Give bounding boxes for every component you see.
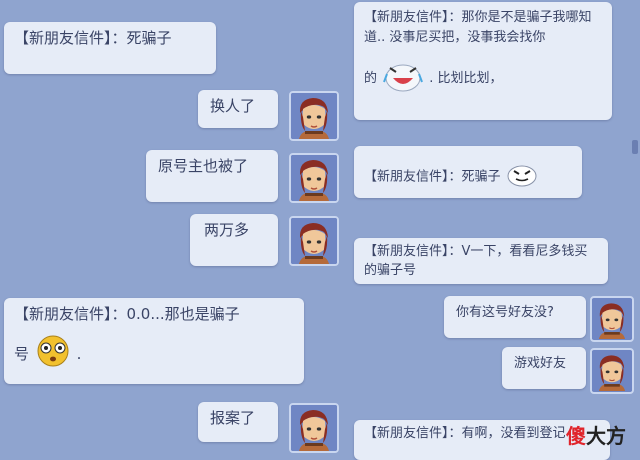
- message-bubble-self: 换人了: [198, 90, 278, 128]
- message-text: 原号主也被了: [158, 157, 249, 175]
- message-text: 【新朋友信件】：有啊，没看到登记: [364, 426, 566, 441]
- message-bubble-left: 【新朋友信件】：0.0...那也是骗子 号 .: [4, 298, 304, 384]
- player-avatar[interactable]: [590, 296, 634, 342]
- watermark-logo: 傻大方: [566, 420, 626, 449]
- message-text: 【新朋友信件】：V一下，看看尼多钱买的骗子号: [364, 244, 588, 278]
- message-bubble-self: 你有这号好友没?: [444, 296, 586, 338]
- player-avatar[interactable]: [289, 91, 339, 141]
- message-text: 报案了: [210, 409, 256, 427]
- message-bubble-left: 【新朋友信件】：死骗子: [4, 22, 216, 74]
- message-text: 【新朋友信件】：死骗子: [364, 169, 501, 185]
- message-line: 号 .: [14, 334, 294, 375]
- watermark-part1: 傻: [566, 424, 586, 448]
- player-avatar[interactable]: [289, 403, 339, 453]
- scrollbar-thumb[interactable]: [632, 140, 638, 154]
- smirk-emoji-icon: [505, 160, 539, 194]
- message-text: 换人了: [210, 97, 256, 115]
- message-bubble-self: 报案了: [198, 402, 278, 442]
- player-avatar[interactable]: [590, 348, 634, 394]
- message-text: 两万多: [204, 221, 250, 239]
- player-avatar[interactable]: [289, 216, 339, 266]
- watermark-part2: 大方: [586, 424, 626, 448]
- message-bubble-self: 原号主也被了: [146, 150, 278, 202]
- message-bubble-self: 两万多: [190, 214, 278, 266]
- message-text: 【新朋友信件】：0.0...那也是骗子: [14, 305, 240, 323]
- message-text: 【新朋友信件】：那你是不是骗子我哪知道.. 没事尼买把，没事我会找你: [364, 10, 592, 45]
- message-text: 的: [364, 71, 378, 86]
- message-bubble-right: 【新朋友信件】：那你是不是骗子我哪知道.. 没事尼买把，没事我会找你 的 . 比…: [354, 2, 612, 120]
- message-line: 的 . 比划比划，: [364, 56, 602, 101]
- message-text: 游戏好友: [514, 356, 567, 371]
- message-text: . 比划比划，: [429, 71, 503, 86]
- shocked-emoji-icon: [34, 334, 72, 375]
- message-bubble-right: 【新朋友信件】：V一下，看看尼多钱买的骗子号: [354, 238, 608, 284]
- message-text: .: [76, 345, 82, 363]
- message-bubble-right: 【新朋友信件】：死骗子: [354, 146, 582, 198]
- message-text: 你有这号好友没?: [456, 305, 554, 320]
- message-bubble-self: 游戏好友: [502, 347, 586, 389]
- player-avatar[interactable]: [289, 153, 339, 203]
- message-text: 【新朋友信件】：死骗子: [14, 29, 172, 47]
- message-text: 号: [14, 345, 30, 363]
- laughing-emoji-icon: [381, 56, 425, 101]
